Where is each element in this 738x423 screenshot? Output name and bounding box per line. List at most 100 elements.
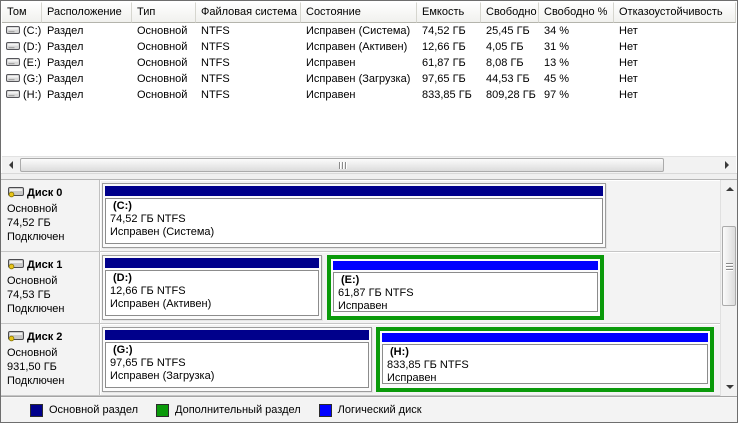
volume-type: Основной	[132, 41, 196, 53]
partition-label: (D:)	[110, 272, 314, 285]
partition-status: Исправен (Активен)	[110, 298, 314, 311]
primary-partition-band	[105, 186, 603, 196]
disk-1-header[interactable]: Диск 1 Основной 74,53 ГБ Подключен	[1, 252, 100, 323]
vertical-scroll-track[interactable]	[721, 197, 737, 379]
volume-fault-tolerance: Нет	[614, 25, 736, 37]
scroll-left-button[interactable]	[2, 157, 19, 173]
volume-label: (D:)	[23, 41, 41, 53]
disk-type: Основной	[7, 274, 97, 288]
volume-capacity: 833,85 ГБ	[417, 89, 481, 101]
column-header-type[interactable]: Тип	[132, 2, 196, 23]
partition-c[interactable]: (C:) 74,52 ГБ NTFS Исправен (Система)	[102, 183, 606, 248]
scroll-down-button[interactable]	[721, 379, 738, 396]
partition-label: (G:)	[110, 344, 364, 357]
partition-status: Исправен (Система)	[110, 226, 598, 239]
volume-list-header: Том Расположение Тип Файловая система Со…	[2, 2, 736, 23]
disk-icon	[7, 257, 25, 273]
disk-2-header[interactable]: Диск 2 Основной 931,50 ГБ Подключен	[1, 324, 100, 395]
logical-disk-band	[333, 261, 598, 270]
column-header-status[interactable]: Состояние	[301, 2, 417, 23]
volume-row-h[interactable]: (H:) Раздел Основной NTFS Исправен 833,8…	[2, 87, 736, 103]
partition-info: 74,52 ГБ NTFS	[110, 213, 598, 226]
volume-row-e[interactable]: (E:) Раздел Основной NTFS Исправен 61,87…	[2, 55, 736, 71]
volume-free-pct: 45 %	[539, 73, 614, 85]
volume-fault-tolerance: Нет	[614, 57, 736, 69]
partition-g[interactable]: (G:) 97,65 ГБ NTFS Исправен (Загрузка)	[102, 327, 372, 392]
volume-label: (C:)	[23, 25, 41, 37]
disk-0-partition-zone: (C:) 74,52 ГБ NTFS Исправен (Система)	[100, 180, 720, 251]
logical-disk-band	[382, 333, 708, 342]
column-header-capacity[interactable]: Емкость	[417, 2, 481, 23]
column-header-volume[interactable]: Том	[2, 2, 42, 23]
volume-free: 809,28 ГБ	[481, 89, 539, 101]
arrow-right-icon	[725, 161, 733, 169]
disk-2-partition-zone: (G:) 97,65 ГБ NTFS Исправен (Загрузка) (…	[100, 324, 720, 395]
partition-d[interactable]: (D:) 12,66 ГБ NTFS Исправен (Активен)	[102, 255, 322, 320]
volume-free: 44,53 ГБ	[481, 73, 539, 85]
column-header-free[interactable]: Свободно	[481, 2, 539, 23]
volume-list-empty-area	[2, 103, 736, 156]
disk-row-1: Диск 1 Основной 74,53 ГБ Подключен (D:) …	[1, 252, 720, 324]
legend-bar: Основной раздел Дополнительный раздел Ло…	[1, 396, 737, 422]
legend-item-extended: Дополнительный раздел	[156, 404, 301, 417]
partition-label: (C:)	[110, 200, 598, 213]
volume-free-pct: 31 %	[539, 41, 614, 53]
partition-info: 12,66 ГБ NTFS	[110, 285, 314, 298]
volume-location: Раздел	[42, 57, 132, 69]
partition-e[interactable]: (E:) 61,87 ГБ NTFS Исправен	[327, 255, 604, 320]
vertical-scroll-thumb[interactable]	[722, 226, 736, 306]
pane-splitter[interactable]	[1, 173, 737, 180]
volume-icon	[6, 88, 20, 102]
partition-status: Исправен (Загрузка)	[110, 370, 364, 383]
horizontal-scroll-track[interactable]	[19, 157, 719, 173]
volume-location: Раздел	[42, 89, 132, 101]
volume-location: Раздел	[42, 73, 132, 85]
logical-disk-swatch	[319, 404, 332, 417]
primary-partition-swatch	[30, 404, 43, 417]
arrow-up-icon	[726, 183, 734, 191]
disk-size: 74,53 ГБ	[7, 288, 97, 302]
partition-status: Исправен	[387, 372, 703, 384]
volume-label: (H:)	[23, 89, 41, 101]
partition-info: 97,65 ГБ NTFS	[110, 357, 364, 370]
disk-type: Основной	[7, 346, 97, 360]
volume-fs: NTFS	[196, 57, 301, 69]
disk-0-header[interactable]: Диск 0 Основной 74,52 ГБ Подключен	[1, 180, 100, 251]
legend-label: Дополнительный раздел	[175, 404, 301, 416]
scroll-up-button[interactable]	[721, 180, 738, 197]
volume-fault-tolerance: Нет	[614, 73, 736, 85]
volume-type: Основной	[132, 25, 196, 37]
disk-status: Подключен	[7, 374, 97, 388]
volume-fs: NTFS	[196, 73, 301, 85]
volume-row-g[interactable]: (G:) Раздел Основной NTFS Исправен (Загр…	[2, 71, 736, 87]
partition-label: (E:)	[338, 274, 593, 287]
graphical-view-pane: Диск 0 Основной 74,52 ГБ Подключен (C:) …	[1, 180, 737, 422]
volume-fs: NTFS	[196, 41, 301, 53]
disk-icon	[7, 329, 25, 345]
volume-free-pct: 13 %	[539, 57, 614, 69]
vertical-scrollbar[interactable]	[720, 180, 737, 396]
scroll-right-button[interactable]	[719, 157, 736, 173]
column-header-free-pct[interactable]: Свободно %	[539, 2, 614, 23]
volume-free-pct: 34 %	[539, 25, 614, 37]
volume-free-pct: 97 %	[539, 89, 614, 101]
volume-type: Основной	[132, 73, 196, 85]
column-header-fault-tolerance[interactable]: Отказоустойчивость	[614, 2, 736, 23]
disk-size: 931,50 ГБ	[7, 360, 97, 374]
volume-free: 25,45 ГБ	[481, 25, 539, 37]
disk-status: Подключен	[7, 302, 97, 316]
column-header-filesystem[interactable]: Файловая система	[196, 2, 301, 23]
volume-status: Исправен (Загрузка)	[301, 73, 417, 85]
volume-label: (G:)	[23, 73, 42, 85]
volume-row-d[interactable]: (D:) Раздел Основной NTFS Исправен (Акти…	[2, 39, 736, 55]
partition-info: 61,87 ГБ NTFS	[338, 287, 593, 300]
horizontal-scroll-thumb[interactable]	[20, 158, 664, 172]
volume-type: Основной	[132, 89, 196, 101]
legend-label: Логический диск	[338, 404, 422, 416]
disk-status: Подключен	[7, 230, 97, 244]
volume-fault-tolerance: Нет	[614, 41, 736, 53]
partition-h[interactable]: (H:) 833,85 ГБ NTFS Исправен	[376, 327, 714, 392]
volume-row-c[interactable]: (C:) Раздел Основной NTFS Исправен (Сист…	[2, 23, 736, 39]
column-header-location[interactable]: Расположение	[42, 2, 132, 23]
horizontal-scrollbar[interactable]	[2, 156, 736, 173]
